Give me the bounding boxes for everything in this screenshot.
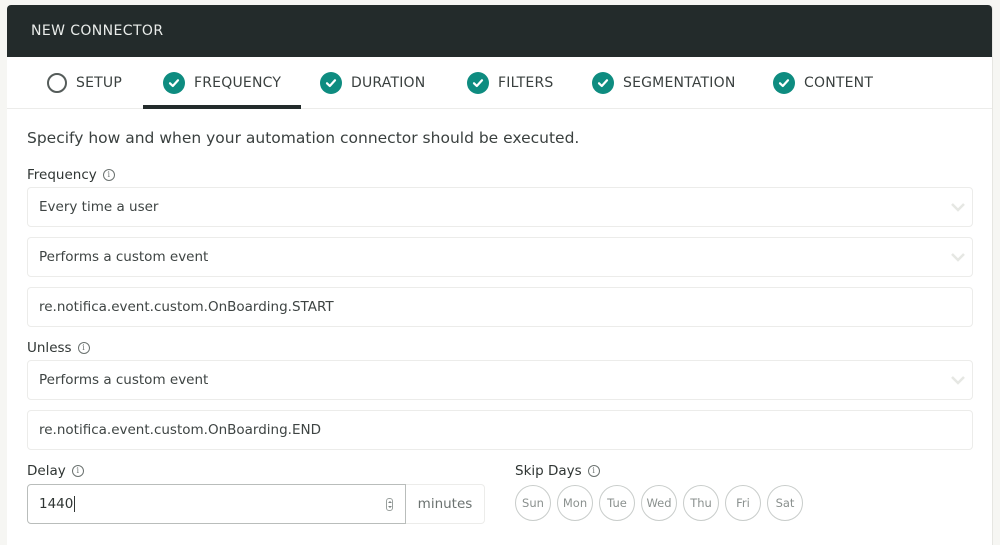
chevron-down-icon bbox=[951, 253, 965, 262]
new-connector-modal: NEW CONNECTOR SETUP FREQUENCY DURATION F… bbox=[7, 5, 993, 545]
delay-group: Delay i 1440 minutes bbox=[27, 462, 515, 524]
day-toggle-sat[interactable]: Sat bbox=[767, 485, 803, 521]
unless-event-name-input[interactable]: re.notifica.event.custom.OnBoarding.END bbox=[27, 410, 973, 450]
info-icon[interactable]: i bbox=[587, 465, 600, 477]
delay-label: Delay i bbox=[27, 462, 515, 480]
modal-header: NEW CONNECTOR bbox=[7, 5, 992, 57]
modal-title: NEW CONNECTOR bbox=[31, 23, 164, 39]
tab-label: SETUP bbox=[76, 74, 122, 91]
delay-value: 1440 bbox=[39, 496, 74, 512]
frequency-label: Frequency i bbox=[27, 166, 972, 184]
tab-label: SEGMENTATION bbox=[623, 74, 736, 91]
check-circle-icon bbox=[773, 71, 795, 94]
number-spinner-icon[interactable] bbox=[386, 498, 393, 511]
select-value: Every time a user bbox=[39, 199, 159, 215]
delay-unit-addon: minutes bbox=[406, 484, 485, 524]
skip-days-label-text: Skip Days bbox=[515, 463, 582, 479]
skip-days-toggles: Sun Mon Tue Wed Thu Fri Sat bbox=[515, 485, 803, 521]
tab-label: DURATION bbox=[351, 74, 426, 91]
text-cursor bbox=[74, 496, 76, 512]
check-circle-icon bbox=[467, 71, 489, 94]
unless-event-select[interactable]: Performs a custom event bbox=[27, 360, 973, 400]
check-circle-icon bbox=[163, 71, 185, 94]
day-toggle-sun[interactable]: Sun bbox=[515, 485, 551, 521]
frequency-label-text: Frequency bbox=[27, 167, 97, 183]
chevron-down-icon bbox=[951, 376, 965, 385]
unless-label: Unless i bbox=[27, 339, 972, 357]
frequency-event-name-input[interactable]: re.notifica.event.custom.OnBoarding.STAR… bbox=[27, 287, 973, 327]
day-toggle-fri[interactable]: Fri bbox=[725, 485, 761, 521]
input-value: re.notifica.event.custom.OnBoarding.STAR… bbox=[39, 299, 334, 315]
select-value: Performs a custom event bbox=[39, 372, 209, 388]
empty-circle-icon bbox=[47, 72, 67, 93]
check-circle-icon bbox=[592, 71, 614, 94]
chevron-down-icon bbox=[951, 203, 965, 212]
select-value: Performs a custom event bbox=[39, 249, 209, 265]
delay-skip-row: Delay i 1440 minutes Skip Days i Sun Mon… bbox=[27, 462, 972, 524]
delay-label-text: Delay bbox=[27, 463, 66, 479]
delay-input[interactable]: 1440 bbox=[27, 484, 406, 524]
tab-label: FILTERS bbox=[498, 74, 554, 91]
tab-duration[interactable]: DURATION bbox=[320, 57, 425, 108]
skip-days-label: Skip Days i bbox=[515, 462, 803, 480]
tab-content[interactable]: CONTENT bbox=[773, 57, 873, 108]
intro-text: Specify how and when your automation con… bbox=[27, 129, 580, 147]
info-icon[interactable]: i bbox=[71, 465, 84, 477]
tab-segmentation[interactable]: SEGMENTATION bbox=[592, 57, 736, 108]
frequency-form: Specify how and when your automation con… bbox=[7, 129, 992, 524]
wizard-tabs: SETUP FREQUENCY DURATION FILTERS SEGMENT… bbox=[7, 57, 992, 109]
day-toggle-thu[interactable]: Thu bbox=[683, 485, 719, 521]
day-toggle-mon[interactable]: Mon bbox=[557, 485, 593, 521]
delay-input-group: 1440 minutes bbox=[27, 484, 515, 524]
unless-label-text: Unless bbox=[27, 340, 72, 356]
tab-setup[interactable]: SETUP bbox=[47, 57, 122, 108]
tab-label: CONTENT bbox=[804, 74, 874, 91]
info-icon[interactable]: i bbox=[102, 169, 115, 181]
input-value: re.notifica.event.custom.OnBoarding.END bbox=[39, 422, 321, 438]
tab-frequency[interactable]: FREQUENCY bbox=[143, 57, 302, 109]
info-icon[interactable]: i bbox=[77, 342, 90, 354]
frequency-event-select[interactable]: Performs a custom event bbox=[27, 237, 973, 277]
day-toggle-tue[interactable]: Tue bbox=[599, 485, 635, 521]
skip-days-group: Skip Days i Sun Mon Tue Wed Thu Fri Sat bbox=[515, 462, 803, 524]
day-toggle-wed[interactable]: Wed bbox=[641, 485, 677, 521]
tab-filters[interactable]: FILTERS bbox=[467, 57, 553, 108]
check-circle-icon bbox=[320, 71, 342, 94]
tab-label: FREQUENCY bbox=[194, 74, 282, 91]
frequency-trigger-select[interactable]: Every time a user bbox=[27, 187, 973, 227]
